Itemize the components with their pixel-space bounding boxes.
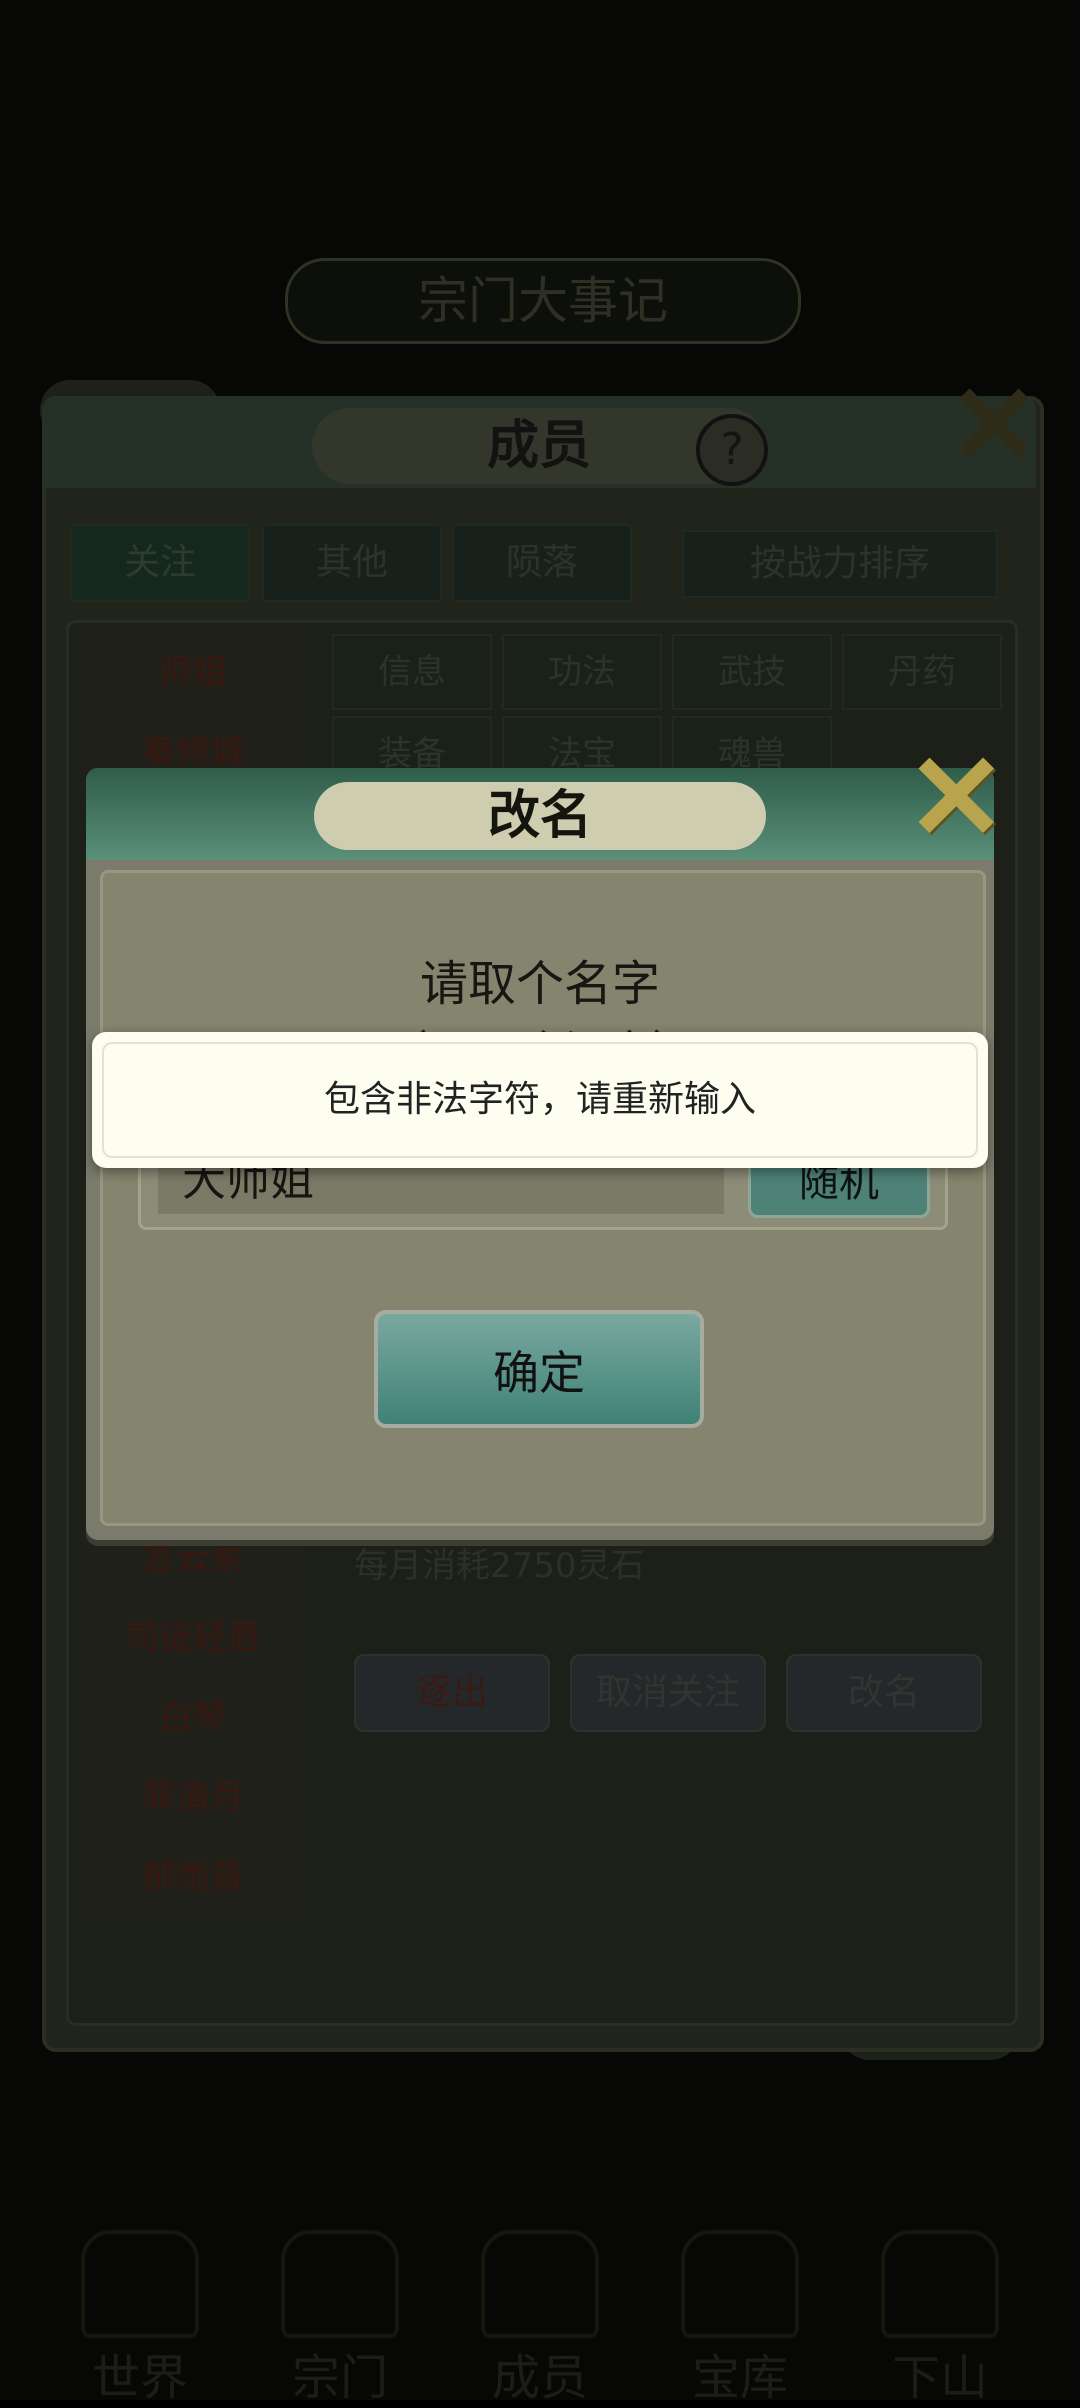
sort-dropdown[interactable]: 按战力排序 bbox=[682, 530, 998, 598]
member-item[interactable]: 菲清月 bbox=[80, 1762, 306, 1834]
bottom-nav: 世界 宗门 成员 宝库 下山 bbox=[0, 2220, 1080, 2406]
member-item[interactable]: 郁雨薇 bbox=[80, 1842, 306, 1914]
nav-members[interactable]: 成员 bbox=[450, 2220, 630, 2406]
help-icon[interactable]: ? bbox=[696, 414, 768, 486]
member-item[interactable]: 师姐 bbox=[80, 636, 306, 708]
subtab-skills[interactable]: 功法 bbox=[502, 634, 662, 710]
members-icon bbox=[481, 2230, 599, 2338]
name-prompt: 请取个名字 bbox=[419, 956, 660, 1012]
expel-button[interactable]: 逐出 bbox=[354, 1654, 550, 1732]
nav-label: 世界 bbox=[91, 2350, 188, 2406]
nav-world[interactable]: 世界 bbox=[50, 2220, 230, 2406]
panel-close-icon[interactable]: ✕ bbox=[948, 360, 1040, 489]
close-icon[interactable]: ✕ bbox=[906, 738, 1007, 858]
subtab-martial[interactable]: 武技 bbox=[672, 634, 832, 710]
toast-text: 包含非法字符，请重新输入 bbox=[323, 1079, 756, 1120]
treasury-icon bbox=[681, 2230, 799, 2338]
nav-sect[interactable]: 宗门 bbox=[250, 2220, 430, 2406]
member-item[interactable]: 司徒轻眉 bbox=[80, 1602, 306, 1674]
tab-follow[interactable]: 关注 bbox=[70, 524, 250, 602]
sect-icon bbox=[281, 2230, 399, 2338]
nav-descend[interactable]: 下山 bbox=[850, 2220, 1030, 2406]
world-icon bbox=[81, 2230, 199, 2338]
nav-label: 成员 bbox=[491, 2350, 588, 2406]
nav-treasury[interactable]: 宝库 bbox=[650, 2220, 830, 2406]
rename-button[interactable]: 改名 bbox=[786, 1654, 982, 1732]
nav-label: 下山 bbox=[891, 2350, 988, 2406]
nav-label: 宗门 bbox=[291, 2350, 388, 2406]
subtab-pills[interactable]: 丹药 bbox=[842, 634, 1002, 710]
chronicle-button[interactable]: 宗门大事记 bbox=[285, 258, 801, 344]
member-item[interactable]: 白琴 bbox=[80, 1682, 306, 1754]
confirm-button[interactable]: 确定 bbox=[374, 1310, 704, 1428]
unfollow-button[interactable]: 取消关注 bbox=[570, 1654, 766, 1732]
mountain-icon bbox=[881, 2230, 999, 2338]
tab-fallen[interactable]: 陨落 bbox=[452, 524, 632, 602]
tab-other[interactable]: 其他 bbox=[262, 524, 442, 602]
monthly-cost-text: 每月消耗2750灵石 bbox=[354, 1546, 645, 1586]
dialog-title: 改名 bbox=[314, 782, 766, 850]
nav-label: 宝库 bbox=[691, 2350, 788, 2406]
subtab-info[interactable]: 信息 bbox=[332, 634, 492, 710]
